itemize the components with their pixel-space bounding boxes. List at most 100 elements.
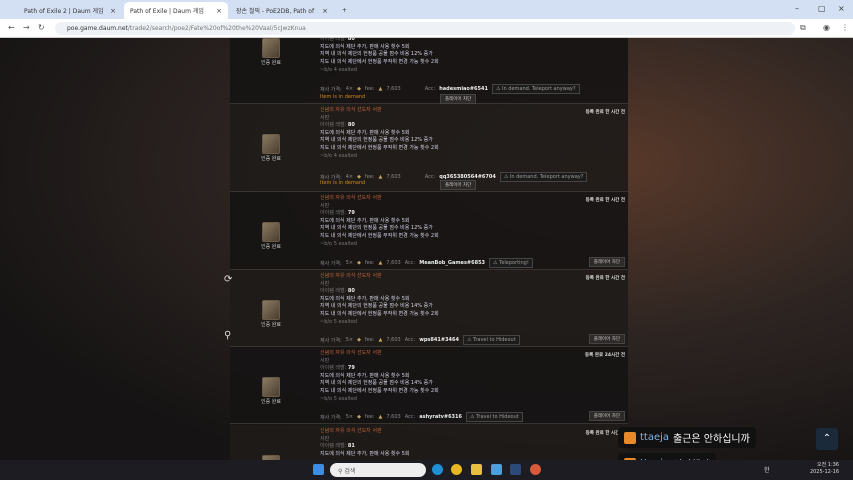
demand-notice: Item is in demand	[320, 94, 366, 100]
block-player-button[interactable]: 플레이어 차단	[440, 180, 477, 190]
fee-value: 7,603	[386, 414, 401, 420]
price-label: 재사 가격:	[320, 260, 342, 267]
account-label: Acc:	[424, 174, 436, 180]
trade-page: 인증 완료 신념의 자유 의식 선도자 서판 서판 아이템 레벨: 80 지도에…	[0, 38, 853, 460]
item-details: 신념의 자유 의식 선도자 서판 서판 아이템 레벨: 81 지도에 의식 제단…	[320, 428, 620, 458]
item-name[interactable]: 신념의 자유 의식 선도자 서판	[320, 107, 620, 115]
buyout-note: ~b/o 4 exalted	[320, 152, 358, 159]
price-value: 4×	[345, 86, 354, 92]
extensions-icon[interactable]: ⧉	[800, 23, 806, 33]
item-name[interactable]: 신념의 자유 의식 선도자 서판	[320, 350, 620, 358]
account-label: Acc:	[424, 86, 436, 92]
item-mod: 지도 내 의식 제단에서 헌정품 무작위 변경 가능 횟수 2회	[320, 58, 439, 65]
price-label: 재사 가격:	[320, 414, 342, 421]
item-level-label: 아이템 레벨:	[320, 365, 347, 372]
item-details: 신념의 자유 의식 선도자 서판 서판 아이템 레벨: 80 지도에 의식 제단…	[320, 38, 620, 74]
exalted-orb-icon: ◆	[357, 414, 361, 420]
item-level: 아이템 레벨: 80	[320, 288, 620, 296]
item-level-label: 아이템 레벨:	[320, 38, 347, 43]
item-base: 서판	[320, 357, 330, 364]
reload-icon[interactable]: ↻	[38, 23, 45, 32]
whisper-button[interactable]: ⚠ In demand. Teleport anyway?	[491, 84, 580, 94]
clock[interactable]: 오전 1:36 2025-12-16	[810, 462, 839, 476]
account-name[interactable]: hadesmiao#6541	[439, 86, 488, 92]
tablet-item-icon[interactable]	[262, 377, 280, 397]
item-base: 서판	[320, 202, 330, 209]
buyout-note: ~b/o 5 exalted	[320, 395, 358, 402]
tablet-item-icon[interactable]	[262, 300, 280, 320]
whisper-button[interactable]: ⚠ In demand. Teleport anyway?	[499, 172, 588, 182]
verified-label: 인증 완료	[261, 60, 281, 66]
account-name[interactable]: ashyratv#6316	[419, 414, 462, 420]
menu-icon[interactable]: ⋮	[841, 23, 849, 32]
search-item-icon[interactable]: ⚲	[224, 330, 231, 341]
block-player-button[interactable]: 플레이어 차단	[588, 334, 625, 344]
tab-label: 장손 철픽 - PoE2DB, Path of	[236, 8, 315, 15]
listing-footer: 재사 가격: 5× ◆ fee: ▲ 7,603 Acc: MeanBob_Games#6…	[320, 258, 533, 268]
gold-icon: ▲	[378, 174, 383, 180]
fee-label: fee:	[364, 337, 375, 343]
account-label: Acc:	[404, 414, 416, 420]
block-player-button[interactable]: 플레이어 차단	[588, 411, 625, 421]
block-player-button[interactable]: 플레이어 차단	[588, 257, 625, 267]
item-name[interactable]: 신념의 자유 의식 선도자 서판	[320, 195, 620, 203]
verified-label: 인증 완료	[261, 399, 281, 405]
forward-icon[interactable]: →	[23, 23, 30, 32]
new-tab-button[interactable]: +	[336, 2, 350, 19]
refresh-icon[interactable]: ⟳	[224, 274, 232, 285]
buyout-note: ~b/o 5 exalted	[320, 240, 358, 247]
tablet-item-icon[interactable]	[262, 134, 280, 154]
tab-poe2db[interactable]: 장손 철픽 - PoE2DB, Path of ×	[230, 2, 334, 19]
tablet-item-icon[interactable]	[262, 38, 280, 58]
close-window-icon[interactable]: ×	[838, 4, 845, 13]
listing: 인증 완료 등록 완료 한 시간 전 신념의 자유 의식 선도자 서판 서판 아…	[230, 425, 628, 460]
chat-user: ttaeja	[640, 432, 670, 443]
tab-poe2[interactable]: Path of Exile 2 | Daum 게임 ×	[18, 2, 122, 19]
edge-icon[interactable]	[432, 464, 443, 475]
close-icon[interactable]: ×	[216, 7, 222, 15]
tablet-item-icon[interactable]	[262, 222, 280, 242]
close-icon[interactable]: ×	[322, 7, 328, 15]
item-mod: 지도 내 의식 제단에서 헌정품 무작위 변경 가능 횟수 2회	[320, 232, 439, 239]
profile-icon[interactable]: ◉	[823, 23, 830, 32]
item-name[interactable]: 신념의 자유 의식 선도자 서판	[320, 428, 620, 436]
block-player-button[interactable]: 플레이어 차단	[440, 94, 477, 104]
back-icon[interactable]: ←	[8, 23, 15, 32]
gold-icon: ▲	[378, 337, 383, 343]
search-label: 검색	[344, 468, 356, 475]
buyout-note: ~b/o 5 exalted	[320, 318, 358, 325]
url-input[interactable]: poe.game.daum.net/trade2/search/poe2/Fat…	[55, 22, 795, 35]
taskbar-search[interactable]: ⚲ 검색	[330, 463, 426, 477]
account-name[interactable]: MeanBob_Games#6853	[419, 260, 485, 266]
chat-message: ttaeja 출근은 안하십니까	[618, 427, 756, 448]
whisper-button[interactable]: ⚠ Travel to Hideout	[466, 412, 523, 422]
steam-icon[interactable]	[510, 464, 521, 475]
gold-icon: ▲	[378, 414, 383, 420]
item-name[interactable]: 신념의 자유 의식 선도자 서판	[320, 273, 620, 281]
status-text: In demand. Teleport anyway?	[502, 86, 576, 92]
item-level-value: 79	[347, 365, 355, 372]
close-icon[interactable]: ×	[110, 7, 116, 15]
tab-poe[interactable]: Path of Exile | Daum 게임 ×	[124, 2, 228, 19]
tab-label: Path of Exile 2 | Daum 게임	[24, 8, 104, 15]
tab-bar: Path of Exile 2 | Daum 게임 × Path of Exile…	[0, 0, 853, 19]
ime-indicator[interactable]: 한	[764, 465, 770, 474]
restore-icon[interactable]: ▢	[818, 4, 826, 13]
whisper-button[interactable]: ⚠ Travel to Hideout	[462, 335, 520, 345]
file-explorer-icon[interactable]	[471, 464, 482, 475]
account-name[interactable]: wps841#3464	[419, 337, 459, 343]
whisper-button[interactable]: ⚠ Teleporting!	[489, 258, 533, 268]
item-level-value: 81	[347, 443, 355, 450]
url-path: /trade2/search/poe2/Fate%20of%20the%20Va…	[127, 25, 306, 32]
item-level-value: 80	[347, 288, 355, 295]
fee-value: 7,603	[386, 174, 401, 180]
app-icon[interactable]	[491, 464, 502, 475]
minimize-icon[interactable]: –	[795, 4, 799, 13]
windows-start-icon[interactable]	[313, 464, 324, 475]
listing: 인증 완료 등록 완료 한 시간 전 신념의 자유 의식 선도자 서판 서판 아…	[230, 192, 628, 270]
game-icon[interactable]	[530, 464, 541, 475]
item-level: 아이템 레벨: 81	[320, 443, 620, 451]
scroll-to-top-button[interactable]: ⌃	[816, 428, 838, 450]
fee-value: 7,603	[386, 86, 401, 92]
chrome-icon[interactable]	[451, 464, 462, 475]
